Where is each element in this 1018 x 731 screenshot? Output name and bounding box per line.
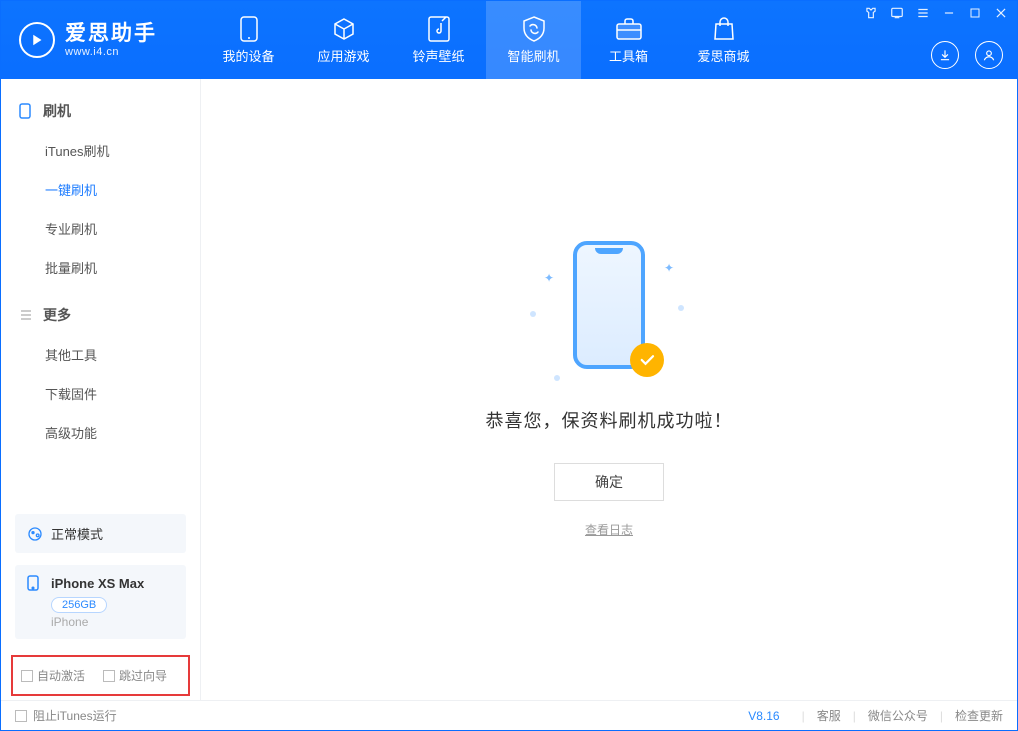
top-nav: 我的设备 应用游戏 铃声壁纸 智能刷机 工具箱 爱思商城	[201, 1, 771, 79]
sidebar-item-advanced[interactable]: 高级功能	[19, 413, 182, 452]
main-content: ✦✦ 恭喜您，保资料刷机成功啦！ 确定 查看日志	[201, 79, 1017, 700]
checkbox-skip-guide[interactable]: 跳过向导	[103, 667, 167, 684]
nav-flash[interactable]: 智能刷机	[486, 1, 581, 79]
maximize-button[interactable]	[967, 5, 983, 21]
header: 爱思助手 www.i4.cn 我的设备 应用游戏 铃声壁纸 智能刷机	[1, 1, 1017, 79]
sidebar-item-itunes-flash[interactable]: iTunes刷机	[19, 131, 182, 170]
mode-card[interactable]: 正常模式	[15, 514, 186, 553]
window-controls	[863, 5, 1009, 21]
minimize-button[interactable]	[941, 5, 957, 21]
check-icon	[630, 343, 664, 377]
music-file-icon	[426, 16, 452, 42]
body: 刷机 iTunes刷机 一键刷机 专业刷机 批量刷机 更多 其他工具 下载固件 …	[1, 79, 1017, 700]
checkbox-icon	[21, 670, 33, 682]
bag-icon	[711, 16, 737, 42]
mode-label: 正常模式	[51, 524, 103, 543]
feedback-button[interactable]	[889, 5, 905, 21]
device-type: iPhone	[51, 615, 174, 629]
sidebar-section-more: 更多	[19, 305, 182, 325]
device-phone-icon	[27, 575, 43, 591]
device-card[interactable]: iPhone XS Max 256GB iPhone	[15, 565, 186, 639]
sidebar-section-flash: 刷机	[19, 101, 182, 121]
account-button[interactable]	[975, 41, 1003, 69]
shield-refresh-icon	[521, 16, 547, 42]
sidebar-item-oneclick-flash[interactable]: 一键刷机	[19, 170, 182, 209]
download-button[interactable]	[931, 41, 959, 69]
sidebar-item-batch-flash[interactable]: 批量刷机	[19, 248, 182, 287]
logo-area: 爱思助手 www.i4.cn	[1, 1, 201, 79]
footer-link-support[interactable]: 客服	[817, 707, 841, 724]
success-illustration: ✦✦	[524, 241, 694, 381]
sidebar-item-pro-flash[interactable]: 专业刷机	[19, 209, 182, 248]
header-actions	[931, 41, 1003, 69]
success-message: 恭喜您，保资料刷机成功啦！	[486, 407, 733, 433]
sidebar-item-download-firmware[interactable]: 下载固件	[19, 374, 182, 413]
options-highlight: 自动激活 跳过向导	[11, 655, 190, 696]
app-window: 爱思助手 www.i4.cn 我的设备 应用游戏 铃声壁纸 智能刷机	[0, 0, 1018, 731]
nav-store[interactable]: 爱思商城	[676, 1, 771, 79]
success-panel: ✦✦ 恭喜您，保资料刷机成功啦！ 确定 查看日志	[486, 241, 733, 539]
nav-my-device[interactable]: 我的设备	[201, 1, 296, 79]
checkbox-block-itunes[interactable]: 阻止iTunes运行	[15, 707, 117, 724]
footer: 阻止iTunes运行 V8.16 | 客服 | 微信公众号 | 检查更新	[1, 700, 1017, 730]
toolbox-icon	[616, 16, 642, 42]
sidebar: 刷机 iTunes刷机 一键刷机 专业刷机 批量刷机 更多 其他工具 下载固件 …	[1, 79, 201, 700]
cube-icon	[331, 16, 357, 42]
nav-toolbox[interactable]: 工具箱	[581, 1, 676, 79]
checkbox-auto-activate[interactable]: 自动激活	[21, 667, 85, 684]
menu-button[interactable]	[915, 5, 931, 21]
device-name: iPhone XS Max	[51, 576, 144, 591]
version-label: V8.16	[748, 709, 779, 723]
view-log-link[interactable]: 查看日志	[585, 523, 633, 537]
ok-button[interactable]: 确定	[554, 463, 664, 501]
close-button[interactable]	[993, 5, 1009, 21]
app-title: 爱思助手	[65, 22, 157, 45]
logo-icon	[19, 22, 55, 58]
app-subtitle: www.i4.cn	[65, 46, 157, 58]
footer-link-update[interactable]: 检查更新	[955, 707, 1003, 724]
mode-icon	[27, 526, 43, 542]
footer-link-wechat[interactable]: 微信公众号	[868, 707, 928, 724]
phone-icon	[19, 104, 33, 118]
device-capacity: 256GB	[51, 597, 107, 613]
nav-ringtones[interactable]: 铃声壁纸	[391, 1, 486, 79]
list-icon	[19, 308, 33, 322]
checkbox-icon	[15, 710, 27, 722]
device-icon	[236, 16, 262, 42]
sidebar-item-other-tools[interactable]: 其他工具	[19, 335, 182, 374]
nav-apps[interactable]: 应用游戏	[296, 1, 391, 79]
checkbox-icon	[103, 670, 115, 682]
skin-button[interactable]	[863, 5, 879, 21]
